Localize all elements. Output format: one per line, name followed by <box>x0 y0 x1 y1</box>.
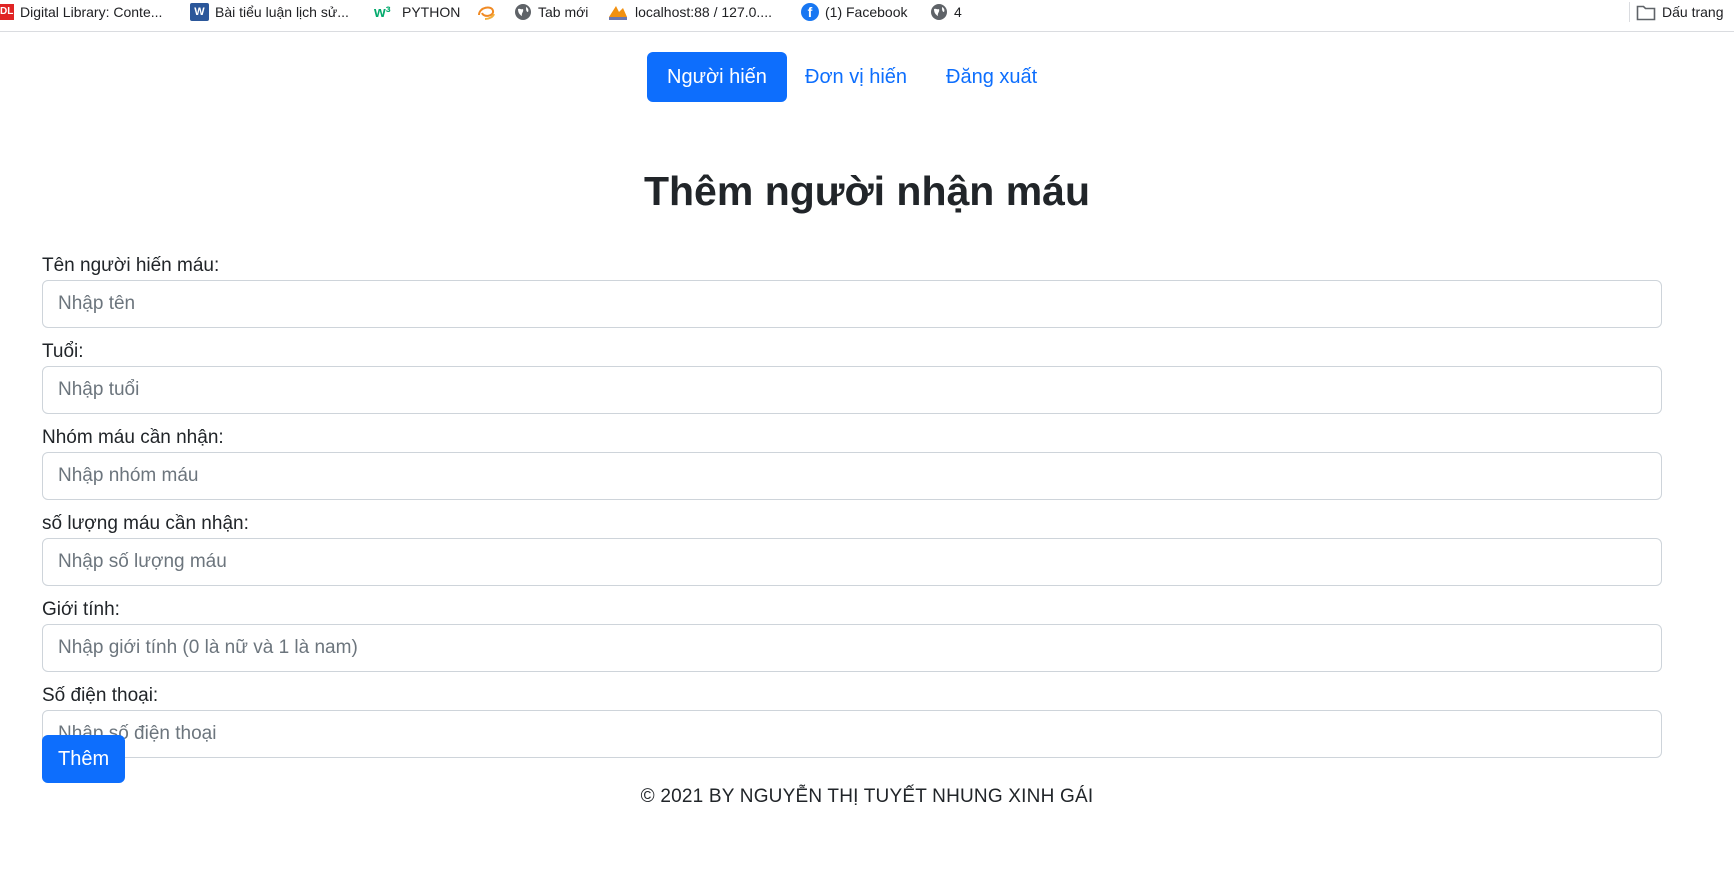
dl-icon: DL <box>0 4 14 20</box>
swirl-icon <box>476 3 496 21</box>
bookmark-label: 4 <box>954 4 962 20</box>
facebook-icon: f <box>801 3 819 21</box>
gender-input[interactable] <box>42 624 1662 672</box>
bookmark-facebook[interactable]: f (1) Facebook <box>801 0 907 24</box>
bookmark-label: Dấu trang <box>1662 4 1724 20</box>
add-recipient-form: Tên người hiến máu: Tuổi: Nhóm máu cần n… <box>42 252 1662 768</box>
bookmark-folder-dau-trang[interactable]: Dấu trang <box>1636 0 1723 24</box>
blood-amount-input[interactable] <box>42 538 1662 586</box>
name-input[interactable] <box>42 280 1662 328</box>
age-label: Tuổi: <box>42 341 84 362</box>
bookmark-localhost[interactable]: localhost:88 / 127.0.... <box>607 0 772 24</box>
bookmark-label: localhost:88 / 127.0.... <box>635 4 772 20</box>
folder-icon <box>1636 3 1656 21</box>
bookmark-label: (1) Facebook <box>825 4 908 20</box>
nav-item-dang-xuat[interactable]: Đăng xuất <box>926 52 1057 102</box>
bookmark-label: PYTHON <box>402 4 461 20</box>
bookmark-4[interactable]: 4 <box>930 0 962 24</box>
word-icon: W <box>190 3 209 21</box>
blood-type-input[interactable] <box>42 452 1662 500</box>
bookmark-bai-tieu-luan[interactable]: W Bài tiểu luận lịch sử... <box>190 0 349 24</box>
age-input[interactable] <box>42 366 1662 414</box>
phone-input[interactable] <box>42 710 1662 758</box>
bookmark-label: Tab mới <box>538 4 589 20</box>
bookmarks-bar: DL Digital Library: Conte... W Bài tiểu … <box>0 0 1734 32</box>
globe-icon <box>514 3 532 21</box>
w3schools-icon: w³ <box>374 3 391 21</box>
bookmark-python[interactable]: w³ PYTHON <box>374 0 460 24</box>
gender-label: Giới tính: <box>42 599 120 620</box>
page-title: Thêm người nhận máu <box>643 168 1091 214</box>
main-nav: Người hiến Đơn vị hiến Đăng xuất <box>0 52 1734 102</box>
footer-copyright: © 2021 BY NGUYỄN THỊ TUYẾT NHUNG XINH GÁ… <box>640 786 1094 807</box>
bookmark-label: Digital Library: Conte... <box>20 4 163 20</box>
name-label: Tên người hiến máu: <box>42 255 220 276</box>
bookmark-label: Bài tiểu luận lịch sử... <box>215 4 349 20</box>
globe-icon <box>930 3 948 21</box>
phpmyadmin-icon <box>607 3 629 21</box>
nav-item-nguoi-hien[interactable]: Người hiến <box>647 52 787 102</box>
bookmark-digital-library[interactable]: DL Digital Library: Conte... <box>0 0 162 24</box>
blood-amount-label: số lượng máu cần nhận: <box>42 513 249 534</box>
bookmark-swirl[interactable] <box>476 0 502 24</box>
blood-type-label: Nhóm máu cần nhận: <box>42 427 224 448</box>
nav-item-don-vi-hien[interactable]: Đơn vị hiến <box>785 52 927 102</box>
bookmarks-divider <box>1629 2 1630 22</box>
bookmark-tab-moi[interactable]: Tab mới <box>514 0 588 24</box>
add-button[interactable]: Thêm <box>42 735 126 783</box>
phone-label: Số điện thoại: <box>42 685 159 706</box>
